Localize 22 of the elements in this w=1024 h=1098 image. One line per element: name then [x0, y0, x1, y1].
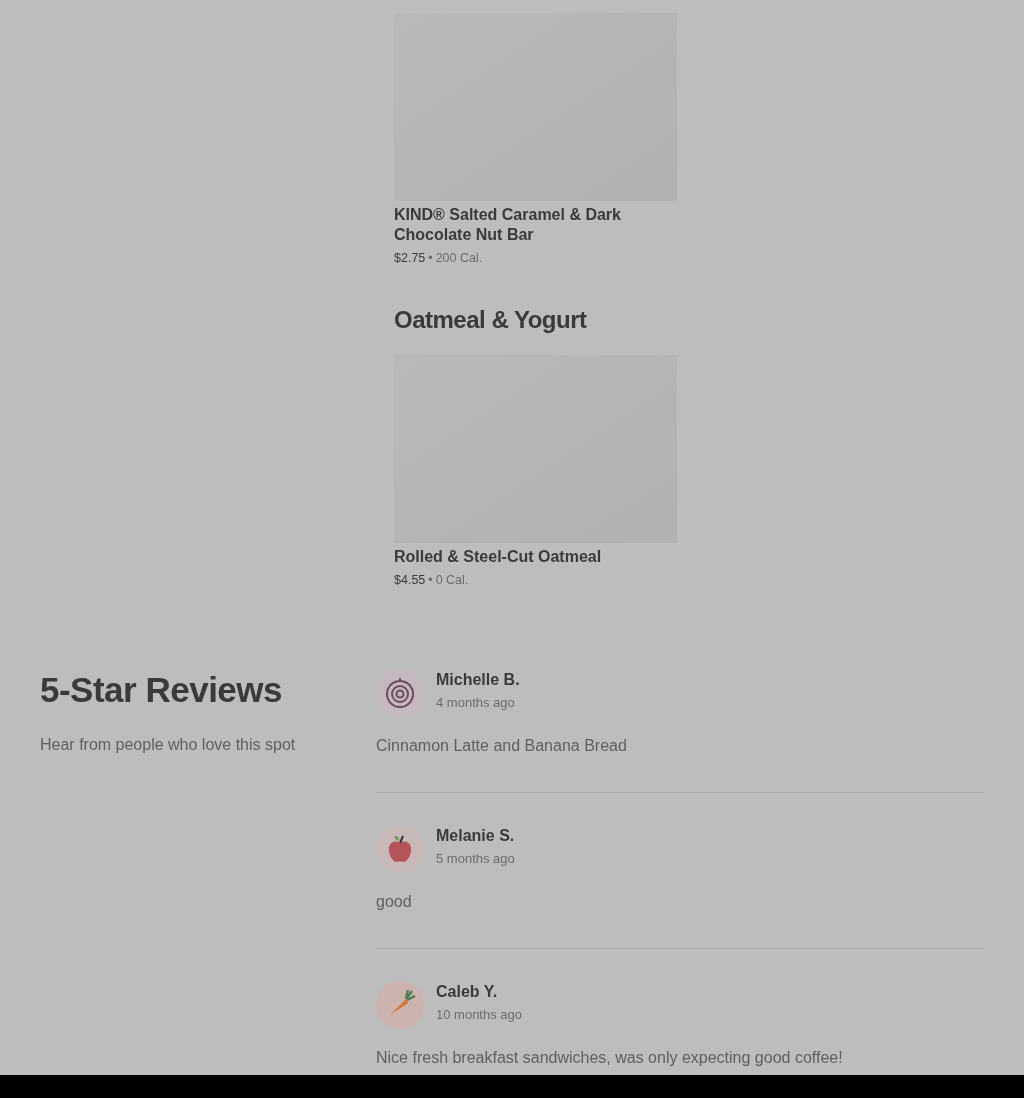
separator-dot: •: [428, 250, 433, 267]
review-time: 5 months ago: [436, 850, 515, 868]
section-subtitle: Hear from people who love this spot: [40, 735, 297, 755]
review-text: Nice fresh breakfast sandwiches, was only expecting good coffee!: [376, 1048, 844, 1068]
item-calories: 200 Cal.: [435, 250, 483, 267]
item-price: $2.75: [394, 250, 426, 267]
separator-dot: •: [428, 572, 433, 589]
review-text: Cinnamon Latte and Banana Bread: [376, 736, 628, 756]
reviewer-name: Michelle B.: [436, 670, 520, 690]
item-calories: 0 Cal.: [435, 572, 469, 589]
item-price: $4.55: [394, 572, 426, 589]
apple-icon: [386, 834, 414, 864]
review-time: 4 months ago: [436, 694, 516, 712]
section-heading: Oatmeal & Yogurt: [394, 305, 588, 335]
reviewer-name: Caleb Y.: [436, 982, 499, 1002]
section-title: 5-Star Reviews: [40, 669, 284, 711]
item-name[interactable]: KIND® Salted Caramel & Dark Chocolate Nut Bar: [394, 205, 677, 245]
item-name[interactable]: Rolled & Steel-Cut Oatmeal: [394, 547, 677, 567]
review-text: good: [376, 892, 413, 912]
reviewer-name: Melanie S.: [436, 826, 515, 846]
onion-icon: [385, 677, 415, 709]
review-time: 10 months ago: [436, 1006, 522, 1024]
